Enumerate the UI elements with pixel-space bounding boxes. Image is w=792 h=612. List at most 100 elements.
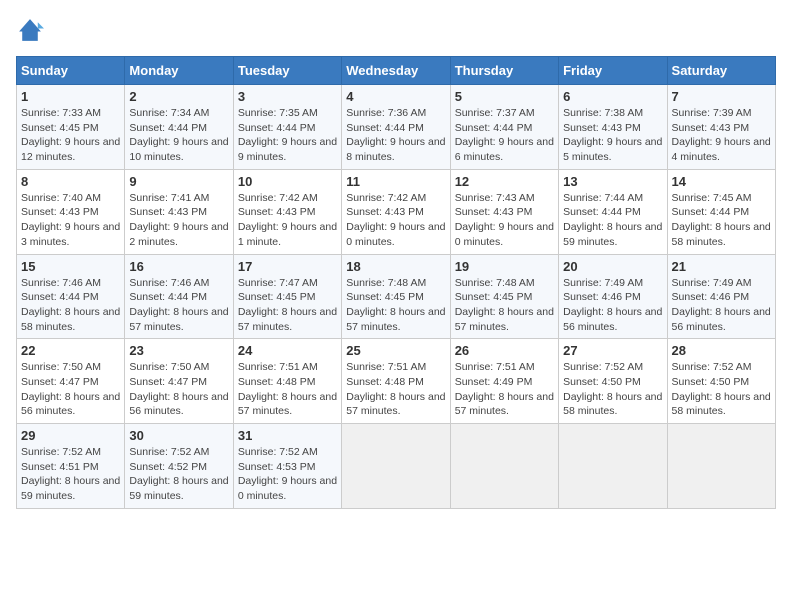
calendar-day-9: 9 Sunrise: 7:41 AMSunset: 4:43 PMDaylight… <box>125 169 233 254</box>
day-info: Sunrise: 7:49 AMSunset: 4:46 PMDaylight:… <box>672 276 771 335</box>
day-info: Sunrise: 7:52 AMSunset: 4:51 PMDaylight:… <box>21 445 120 504</box>
day-number: 27 <box>563 343 662 358</box>
calendar-day-12: 12 Sunrise: 7:43 AMSunset: 4:43 PMDayligh… <box>450 169 558 254</box>
day-info: Sunrise: 7:50 AMSunset: 4:47 PMDaylight:… <box>21 360 120 419</box>
day-info: Sunrise: 7:37 AMSunset: 4:44 PMDaylight:… <box>455 106 554 165</box>
day-number: 2 <box>129 89 228 104</box>
day-number: 24 <box>238 343 337 358</box>
weekday-header-thursday: Thursday <box>450 57 558 85</box>
empty-cell <box>450 424 558 509</box>
calendar-day-18: 18 Sunrise: 7:48 AMSunset: 4:45 PMDayligh… <box>342 254 450 339</box>
weekday-header-monday: Monday <box>125 57 233 85</box>
day-info: Sunrise: 7:33 AMSunset: 4:45 PMDaylight:… <box>21 106 120 165</box>
calendar-day-7: 7 Sunrise: 7:39 AMSunset: 4:43 PMDaylight… <box>667 85 775 170</box>
calendar-week-4: 22 Sunrise: 7:50 AMSunset: 4:47 PMDayligh… <box>17 339 776 424</box>
calendar-day-24: 24 Sunrise: 7:51 AMSunset: 4:48 PMDayligh… <box>233 339 341 424</box>
calendar-day-30: 30 Sunrise: 7:52 AMSunset: 4:52 PMDayligh… <box>125 424 233 509</box>
weekday-header-tuesday: Tuesday <box>233 57 341 85</box>
day-number: 10 <box>238 174 337 189</box>
calendar-week-1: 1 Sunrise: 7:33 AMSunset: 4:45 PMDaylight… <box>17 85 776 170</box>
day-info: Sunrise: 7:40 AMSunset: 4:43 PMDaylight:… <box>21 191 120 250</box>
day-number: 21 <box>672 259 771 274</box>
calendar-day-5: 5 Sunrise: 7:37 AMSunset: 4:44 PMDaylight… <box>450 85 558 170</box>
logo-icon <box>16 16 44 44</box>
weekday-header-friday: Friday <box>559 57 667 85</box>
day-number: 14 <box>672 174 771 189</box>
day-number: 4 <box>346 89 445 104</box>
calendar-day-25: 25 Sunrise: 7:51 AMSunset: 4:48 PMDayligh… <box>342 339 450 424</box>
calendar-day-4: 4 Sunrise: 7:36 AMSunset: 4:44 PMDaylight… <box>342 85 450 170</box>
calendar-day-27: 27Sunrise: 7:52 AMSunset: 4:50 PMDayligh… <box>559 339 667 424</box>
calendar-day-14: 14 Sunrise: 7:45 AMSunset: 4:44 PMDayligh… <box>667 169 775 254</box>
calendar-day-11: 11Sunrise: 7:42 AMSunset: 4:43 PMDayligh… <box>342 169 450 254</box>
day-info: Sunrise: 7:51 AMSunset: 4:48 PMDaylight:… <box>238 360 337 419</box>
day-info: Sunrise: 7:36 AMSunset: 4:44 PMDaylight:… <box>346 106 445 165</box>
weekday-header-saturday: Saturday <box>667 57 775 85</box>
weekday-header-wednesday: Wednesday <box>342 57 450 85</box>
calendar-day-10: 10 Sunrise: 7:42 AMSunset: 4:43 PMDayligh… <box>233 169 341 254</box>
day-info: Sunrise: 7:38 AMSunset: 4:43 PMDaylight:… <box>563 106 662 165</box>
calendar-day-22: 22 Sunrise: 7:50 AMSunset: 4:47 PMDayligh… <box>17 339 125 424</box>
calendar-day-13: 13 Sunrise: 7:44 AMSunset: 4:44 PMDayligh… <box>559 169 667 254</box>
logo <box>16 16 48 44</box>
day-number: 22 <box>21 343 120 358</box>
calendar-day-23: 23Sunrise: 7:50 AMSunset: 4:47 PMDayligh… <box>125 339 233 424</box>
day-info: Sunrise: 7:50 AMSunset: 4:47 PMDaylight:… <box>129 360 228 419</box>
day-number: 13 <box>563 174 662 189</box>
day-number: 7 <box>672 89 771 104</box>
day-number: 25 <box>346 343 445 358</box>
day-number: 28 <box>672 343 771 358</box>
day-info: Sunrise: 7:49 AMSunset: 4:46 PMDaylight:… <box>563 276 662 335</box>
calendar-day-3: 3 Sunrise: 7:35 AMSunset: 4:44 PMDaylight… <box>233 85 341 170</box>
day-number: 18 <box>346 259 445 274</box>
day-number: 29 <box>21 428 120 443</box>
day-info: Sunrise: 7:52 AMSunset: 4:52 PMDaylight:… <box>129 445 228 504</box>
day-info: Sunrise: 7:42 AMSunset: 4:43 PMDaylight:… <box>238 191 337 250</box>
day-info: Sunrise: 7:42 AMSunset: 4:43 PMDaylight:… <box>346 191 445 250</box>
day-number: 5 <box>455 89 554 104</box>
day-info: Sunrise: 7:51 AMSunset: 4:49 PMDaylight:… <box>455 360 554 419</box>
day-number: 31 <box>238 428 337 443</box>
day-number: 3 <box>238 89 337 104</box>
day-number: 19 <box>455 259 554 274</box>
day-info: Sunrise: 7:48 AMSunset: 4:45 PMDaylight:… <box>455 276 554 335</box>
day-number: 26 <box>455 343 554 358</box>
day-number: 1 <box>21 89 120 104</box>
empty-cell <box>342 424 450 509</box>
day-info: Sunrise: 7:46 AMSunset: 4:44 PMDaylight:… <box>21 276 120 335</box>
day-info: Sunrise: 7:44 AMSunset: 4:44 PMDaylight:… <box>563 191 662 250</box>
calendar-day-19: 19 Sunrise: 7:48 AMSunset: 4:45 PMDayligh… <box>450 254 558 339</box>
calendar-day-21: 21 Sunrise: 7:49 AMSunset: 4:46 PMDayligh… <box>667 254 775 339</box>
calendar-week-5: 29 Sunrise: 7:52 AMSunset: 4:51 PMDayligh… <box>17 424 776 509</box>
day-info: Sunrise: 7:46 AMSunset: 4:44 PMDaylight:… <box>129 276 228 335</box>
calendar-week-3: 15 Sunrise: 7:46 AMSunset: 4:44 PMDayligh… <box>17 254 776 339</box>
calendar-table: SundayMondayTuesdayWednesdayThursdayFrid… <box>16 56 776 509</box>
day-info: Sunrise: 7:43 AMSunset: 4:43 PMDaylight:… <box>455 191 554 250</box>
day-info: Sunrise: 7:41 AMSunset: 4:43 PMDaylight:… <box>129 191 228 250</box>
day-info: Sunrise: 7:45 AMSunset: 4:44 PMDaylight:… <box>672 191 771 250</box>
calendar-week-2: 8 Sunrise: 7:40 AMSunset: 4:43 PMDaylight… <box>17 169 776 254</box>
day-number: 30 <box>129 428 228 443</box>
day-info: Sunrise: 7:48 AMSunset: 4:45 PMDaylight:… <box>346 276 445 335</box>
day-info: Sunrise: 7:47 AMSunset: 4:45 PMDaylight:… <box>238 276 337 335</box>
day-number: 20 <box>563 259 662 274</box>
day-info: Sunrise: 7:39 AMSunset: 4:43 PMDaylight:… <box>672 106 771 165</box>
day-info: Sunrise: 7:51 AMSunset: 4:48 PMDaylight:… <box>346 360 445 419</box>
day-number: 9 <box>129 174 228 189</box>
weekday-header-sunday: Sunday <box>17 57 125 85</box>
calendar-day-29: 29 Sunrise: 7:52 AMSunset: 4:51 PMDayligh… <box>17 424 125 509</box>
day-info: Sunrise: 7:34 AMSunset: 4:44 PMDaylight:… <box>129 106 228 165</box>
calendar-day-6: 6 Sunrise: 7:38 AMSunset: 4:43 PMDaylight… <box>559 85 667 170</box>
calendar-day-1: 1 Sunrise: 7:33 AMSunset: 4:45 PMDaylight… <box>17 85 125 170</box>
day-info: Sunrise: 7:52 AMSunset: 4:53 PMDaylight:… <box>238 445 337 504</box>
calendar-day-20: 20 Sunrise: 7:49 AMSunset: 4:46 PMDayligh… <box>559 254 667 339</box>
calendar-day-26: 26 Sunrise: 7:51 AMSunset: 4:49 PMDayligh… <box>450 339 558 424</box>
day-number: 17 <box>238 259 337 274</box>
day-number: 6 <box>563 89 662 104</box>
day-number: 16 <box>129 259 228 274</box>
calendar-day-17: 17 Sunrise: 7:47 AMSunset: 4:45 PMDayligh… <box>233 254 341 339</box>
day-number: 12 <box>455 174 554 189</box>
day-info: Sunrise: 7:35 AMSunset: 4:44 PMDaylight:… <box>238 106 337 165</box>
day-number: 8 <box>21 174 120 189</box>
day-number: 15 <box>21 259 120 274</box>
